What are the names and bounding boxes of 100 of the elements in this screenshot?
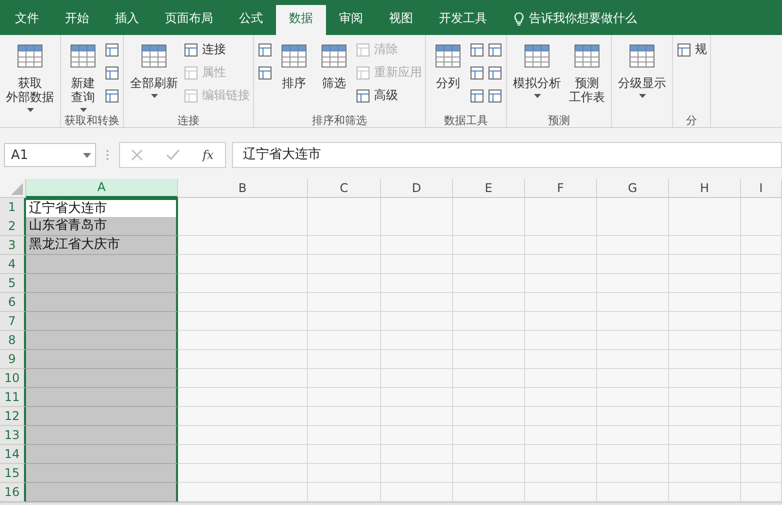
- table-cell: [669, 274, 741, 293]
- table-cell: 黑龙江省大庆市: [26, 236, 178, 255]
- table-icon: [183, 64, 199, 80]
- table-cell: [597, 293, 669, 312]
- formula-input[interactable]: 辽宁省大连市: [232, 142, 782, 168]
- group-label: 连接: [178, 114, 200, 127]
- table-cell: [381, 236, 453, 255]
- table-cell: [525, 255, 597, 274]
- ribbon-button[interactable]: 模拟分析: [510, 38, 564, 113]
- row-header[interactable]: 2: [0, 217, 26, 236]
- insert-function-button[interactable]: fx: [202, 148, 214, 162]
- table-icon: [676, 42, 692, 58]
- row-header[interactable]: 7: [0, 312, 26, 331]
- ribbon-button[interactable]: 新建 查询: [64, 38, 102, 113]
- table-cell: [525, 426, 597, 445]
- table-cell: [597, 426, 669, 445]
- ribbon-tab[interactable]: 数据: [276, 5, 326, 35]
- ribbon-tab[interactable]: 页面布局: [152, 5, 226, 35]
- ribbon-button[interactable]: 规: [676, 40, 707, 59]
- group-label: 分: [686, 114, 697, 127]
- table-cell: [741, 331, 782, 350]
- table-cell: [525, 388, 597, 407]
- ribbon-button[interactable]: 全部刷新: [127, 38, 181, 113]
- row-header[interactable]: 8: [0, 331, 26, 350]
- column-header[interactable]: A: [26, 179, 178, 198]
- table-cell: 山东省青岛市: [26, 217, 178, 236]
- tell-me-search[interactable]: 告诉我你想要做什么: [514, 5, 637, 35]
- ribbon-button[interactable]: 排序: [275, 38, 313, 113]
- table-cell: [741, 369, 782, 388]
- ribbon-button[interactable]: 获取 外部数据: [3, 38, 57, 113]
- table-cell: [741, 274, 782, 293]
- caret-icon[interactable]: [83, 152, 91, 158]
- table-icon: [469, 64, 485, 80]
- caret-icon: [80, 108, 86, 112]
- table-icon: [183, 42, 199, 58]
- ribbon-tab[interactable]: 公式: [226, 5, 276, 35]
- table-cell: [453, 312, 525, 331]
- ribbon-button[interactable]: 连接: [183, 40, 250, 59]
- table-cell: [597, 312, 669, 331]
- ribbon-tab[interactable]: 插入: [102, 5, 152, 35]
- table-cell: [381, 331, 453, 350]
- table-cell: [453, 274, 525, 293]
- table-cell: [453, 369, 525, 388]
- table-icon: [487, 42, 503, 58]
- row-header[interactable]: 11: [0, 388, 26, 407]
- table-cell: [669, 369, 741, 388]
- table-cell: [381, 388, 453, 407]
- drag-handle-icon[interactable]: [106, 149, 109, 161]
- row-header[interactable]: 9: [0, 350, 26, 369]
- table-icon: [257, 42, 273, 58]
- table-icon: [355, 64, 371, 80]
- table-cell: [381, 464, 453, 483]
- table-cell: [453, 331, 525, 350]
- row-header[interactable]: 5: [0, 274, 26, 293]
- table-cell: [669, 464, 741, 483]
- check-icon[interactable]: [166, 149, 180, 161]
- row-header[interactable]: 14: [0, 445, 26, 464]
- ribbon-tab[interactable]: 视图: [376, 5, 426, 35]
- table-cell: [669, 388, 741, 407]
- table-icon: [257, 64, 273, 80]
- table-cell: [525, 293, 597, 312]
- ribbon-tab[interactable]: 审阅: [326, 5, 376, 35]
- row-header[interactable]: 15: [0, 464, 26, 483]
- table-cell: [669, 293, 741, 312]
- table-cell: [597, 331, 669, 350]
- table-icon: [487, 88, 503, 104]
- table-cell: [741, 426, 782, 445]
- ribbon-tab[interactable]: 开始: [52, 5, 102, 35]
- row-header[interactable]: 1: [0, 198, 26, 219]
- table-cell: [597, 236, 669, 255]
- table-icon: [355, 88, 371, 104]
- table-cell: [741, 388, 782, 407]
- table-cell: [669, 236, 741, 255]
- ribbon-tab[interactable]: 开发工具: [426, 5, 500, 35]
- ribbon-tab[interactable]: 文件: [2, 5, 52, 35]
- ribbon-button[interactable]: 分列: [429, 38, 467, 113]
- ribbon-button[interactable]: 分级显示: [615, 38, 669, 113]
- group-label: 获取和转换: [64, 114, 120, 127]
- row-header[interactable]: 3: [0, 236, 26, 255]
- table-icon: [355, 42, 371, 58]
- row-header[interactable]: 4: [0, 255, 26, 274]
- ribbon-button[interactable]: 预测 工作表: [566, 38, 608, 113]
- row-header[interactable]: 13: [0, 426, 26, 445]
- group-label: 预测: [548, 114, 570, 127]
- table-cell: [669, 350, 741, 369]
- table-cell: [525, 312, 597, 331]
- row-header[interactable]: 16: [0, 483, 26, 502]
- table-cell: [453, 293, 525, 312]
- row-header[interactable]: 6: [0, 293, 26, 312]
- table-cell: [381, 407, 453, 426]
- row-header[interactable]: 12: [0, 407, 26, 426]
- ribbon-button[interactable]: 筛选: [315, 38, 353, 113]
- table-cell: 辽宁省大连市: [26, 198, 178, 219]
- name-box[interactable]: A1: [4, 143, 96, 167]
- table-cell: [381, 350, 453, 369]
- table-cell: [453, 236, 525, 255]
- table-cell: [525, 369, 597, 388]
- ribbon-button[interactable]: 高级: [355, 86, 422, 105]
- row-header[interactable]: 10: [0, 369, 26, 388]
- table-cell: [525, 236, 597, 255]
